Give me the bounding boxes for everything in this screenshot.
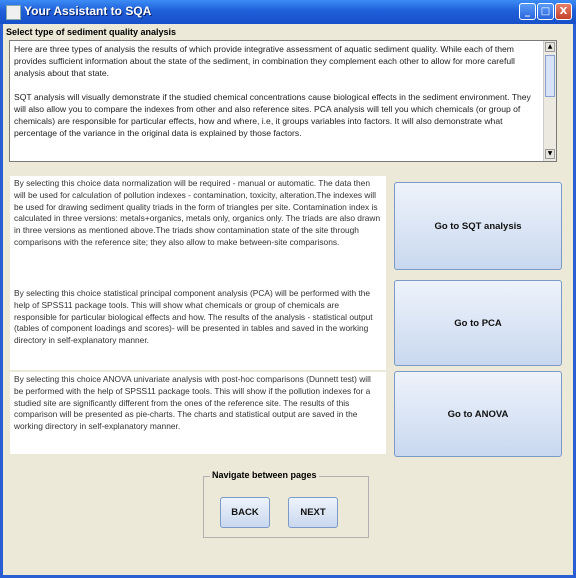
next-button[interactable]: NEXT [288, 497, 338, 528]
app-icon [6, 5, 21, 20]
title-bar[interactable]: Your Assistant to SQA _ □ X [0, 0, 576, 24]
info-text-area[interactable]: Here are three types of analysis the res… [9, 40, 557, 162]
window-title: Your Assistant to SQA [24, 4, 152, 18]
go-to-anova-button[interactable]: Go to ANOVA [394, 371, 562, 457]
close-button[interactable]: X [555, 3, 572, 20]
info-text: Here are three types of analysis the res… [14, 43, 534, 151]
section-label: Select type of sediment quality analysis [6, 27, 177, 37]
anova-description: By selecting this choice ANOVA univariat… [10, 372, 386, 454]
info-paragraph-1: Here are three types of analysis the res… [14, 44, 515, 78]
scroll-down-icon[interactable]: ▼ [545, 149, 555, 159]
scroll-up-icon[interactable]: ▲ [545, 42, 555, 52]
pca-description: By selecting this choice statistical pri… [10, 286, 386, 370]
go-to-sqt-button[interactable]: Go to SQT analysis [394, 182, 562, 270]
navigation-group: Navigate between pages BACK NEXT [203, 470, 369, 538]
sqt-description: By selecting this choice data normalizat… [10, 176, 386, 286]
go-to-pca-button[interactable]: Go to PCA [394, 280, 562, 366]
vertical-scrollbar[interactable]: ▲ ▼ [543, 41, 556, 161]
navigation-legend: Navigate between pages [210, 470, 319, 480]
maximize-button[interactable]: □ [537, 3, 554, 20]
scroll-thumb[interactable] [545, 55, 555, 97]
minimize-button[interactable]: _ [519, 3, 536, 20]
info-paragraph-2: SQT analysis will visually demonstrate i… [14, 92, 531, 138]
back-button[interactable]: BACK [220, 497, 270, 528]
